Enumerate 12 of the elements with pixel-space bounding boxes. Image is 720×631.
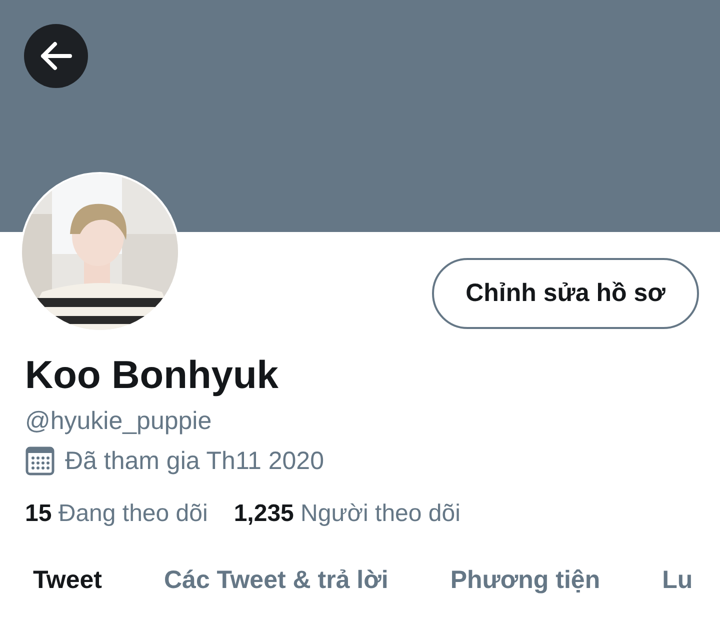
join-date: Đã tham gia Th11 2020 <box>65 446 324 477</box>
back-arrow-icon <box>39 41 73 71</box>
profile-name: Koo Bonhyuk <box>25 353 280 399</box>
profile-tab[interactable]: Lu <box>662 566 693 595</box>
edit-profile-button[interactable]: Chỉnh sửa hồ sơ <box>432 258 699 329</box>
follow-stat-link[interactable]: 1,235 Người theo dõi <box>234 500 460 528</box>
calendar-icon <box>25 446 55 476</box>
profile-tab[interactable]: Phương tiện <box>450 566 600 595</box>
profile-handle: @hyukie_puppie <box>25 406 213 437</box>
follow-stat-link[interactable]: 15 Đang theo dõi <box>25 500 208 528</box>
profile-tab[interactable]: Tweet <box>33 566 102 595</box>
profile-tab[interactable]: Các Tweet & trả lời <box>164 566 388 595</box>
